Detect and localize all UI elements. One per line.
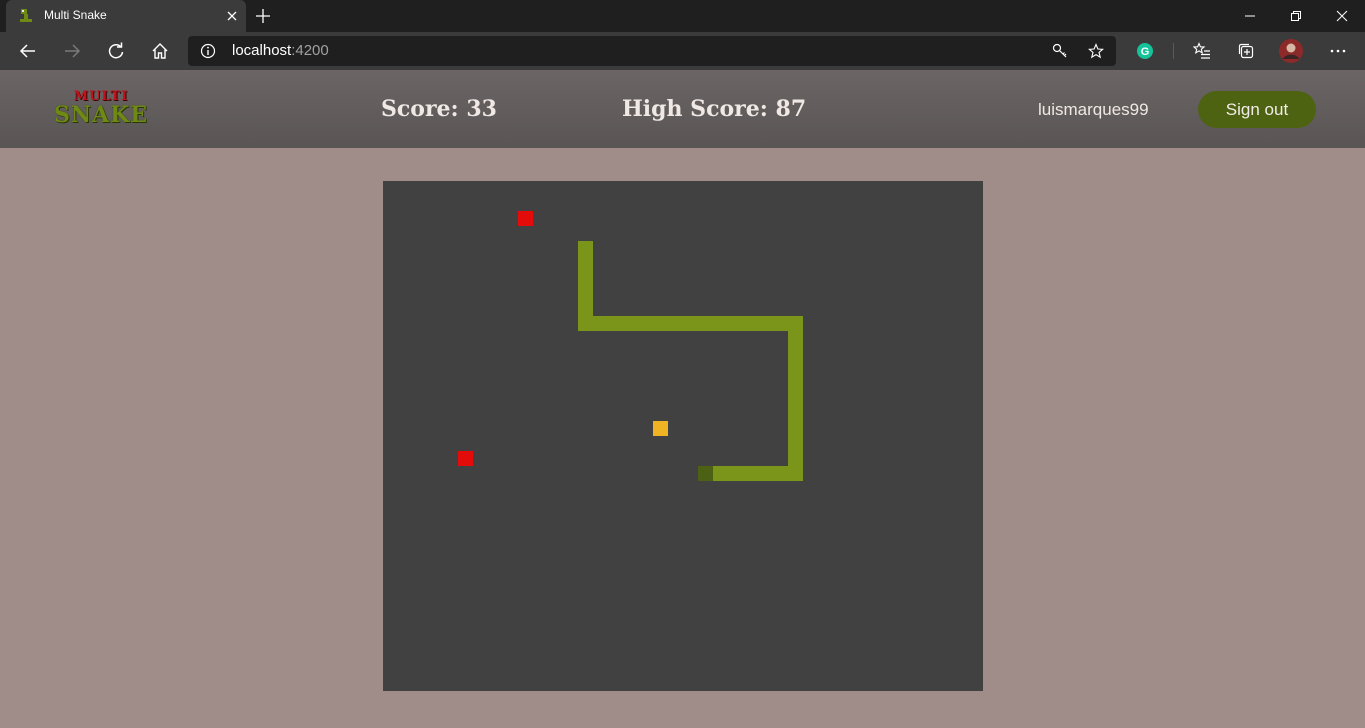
snake-segment (788, 316, 803, 331)
minimize-button[interactable] (1227, 0, 1273, 32)
snake-segment (578, 316, 593, 331)
home-icon (152, 43, 168, 59)
grammarly-button[interactable]: G (1133, 39, 1157, 63)
arrow-left-icon (19, 44, 35, 58)
snake-segment (728, 316, 743, 331)
url-port: :4200 (291, 42, 329, 59)
new-tab-icon[interactable] (254, 7, 272, 25)
snake-segment (578, 271, 593, 286)
grammarly-icon: G (1137, 43, 1153, 59)
snake-tail-segment (698, 466, 713, 481)
snake-segment (743, 316, 758, 331)
browser-titlebar: Multi Snake (0, 0, 1365, 32)
close-window-button[interactable] (1319, 0, 1365, 32)
snake-segment (623, 316, 638, 331)
star-icon[interactable] (1088, 43, 1104, 59)
url-text[interactable]: localhost:4200 (232, 42, 329, 59)
multi-snake-logo[interactable]: MULTI SNAKE (50, 90, 152, 130)
favorites-icon (1193, 42, 1210, 59)
score-display: Score: 33 (381, 96, 497, 122)
snake-segment (728, 466, 743, 481)
snake-segment (788, 361, 803, 376)
back-button[interactable] (16, 39, 40, 63)
app-header: MULTI SNAKE Score: 33 High Score: 87 lui… (0, 70, 1365, 148)
username-label: luismarques99 (1038, 100, 1149, 119)
sign-out-button[interactable]: Sign out (1198, 91, 1316, 128)
snake-segment (788, 331, 803, 346)
snake-segment (788, 376, 803, 391)
snake-segment (788, 391, 803, 406)
snake-segment (668, 316, 683, 331)
svg-text:G: G (1141, 46, 1150, 58)
collections-button[interactable] (1234, 39, 1258, 63)
snake-segment (743, 466, 758, 481)
profile-button[interactable] (1279, 39, 1303, 63)
food-item (458, 451, 473, 466)
snake-favicon-icon (20, 9, 32, 22)
snake-segment (788, 436, 803, 451)
refresh-button[interactable] (104, 39, 128, 63)
arrow-right-icon (65, 44, 81, 58)
restore-icon (1291, 11, 1301, 21)
more-button[interactable] (1326, 39, 1350, 63)
snake-segment (788, 406, 803, 421)
snake-segment (578, 241, 593, 256)
snake-segment (773, 316, 788, 331)
profile-avatar (1279, 39, 1303, 63)
forward-button[interactable] (60, 39, 84, 63)
food-item (518, 211, 533, 226)
tab-title: Multi Snake (44, 8, 107, 22)
collections-icon (1238, 43, 1254, 59)
snake-segment (713, 466, 728, 481)
snake-segment (578, 256, 593, 271)
close-tab-icon[interactable] (224, 8, 240, 24)
game-board[interactable] (383, 181, 983, 691)
snake-segment (683, 316, 698, 331)
home-button[interactable] (148, 39, 172, 63)
snake-segment (773, 466, 788, 481)
toolbar-divider (1173, 43, 1174, 59)
snake-segment (578, 286, 593, 301)
snake-segment (698, 316, 713, 331)
browser-toolbar: localhost:4200 G (0, 32, 1365, 70)
favorites-button[interactable] (1190, 39, 1214, 63)
info-icon[interactable] (200, 43, 216, 59)
minimize-icon (1245, 15, 1255, 17)
snake-segment (713, 316, 728, 331)
snake-segment (788, 466, 803, 481)
restore-button[interactable] (1273, 0, 1319, 32)
logo-bottom-text: SNAKE (54, 102, 148, 128)
snake-segment (758, 316, 773, 331)
browser-tab[interactable]: Multi Snake (6, 0, 246, 32)
refresh-icon (108, 42, 124, 59)
url-host: localhost (232, 42, 292, 59)
close-window-icon (1336, 10, 1348, 22)
snake-segment (638, 316, 653, 331)
key-icon[interactable] (1052, 43, 1068, 59)
more-icon (1330, 49, 1346, 53)
snake-segment (593, 316, 608, 331)
snake-segment (788, 421, 803, 436)
snake-segment (578, 301, 593, 316)
high-score-display: High Score: 87 (622, 96, 807, 122)
snake-segment (653, 316, 668, 331)
address-bar[interactable]: localhost:4200 (188, 36, 1116, 66)
snake-segment (758, 466, 773, 481)
snake-segment (788, 451, 803, 466)
snake-segment (608, 316, 623, 331)
bonus-item (653, 421, 668, 436)
snake-segment (788, 346, 803, 361)
